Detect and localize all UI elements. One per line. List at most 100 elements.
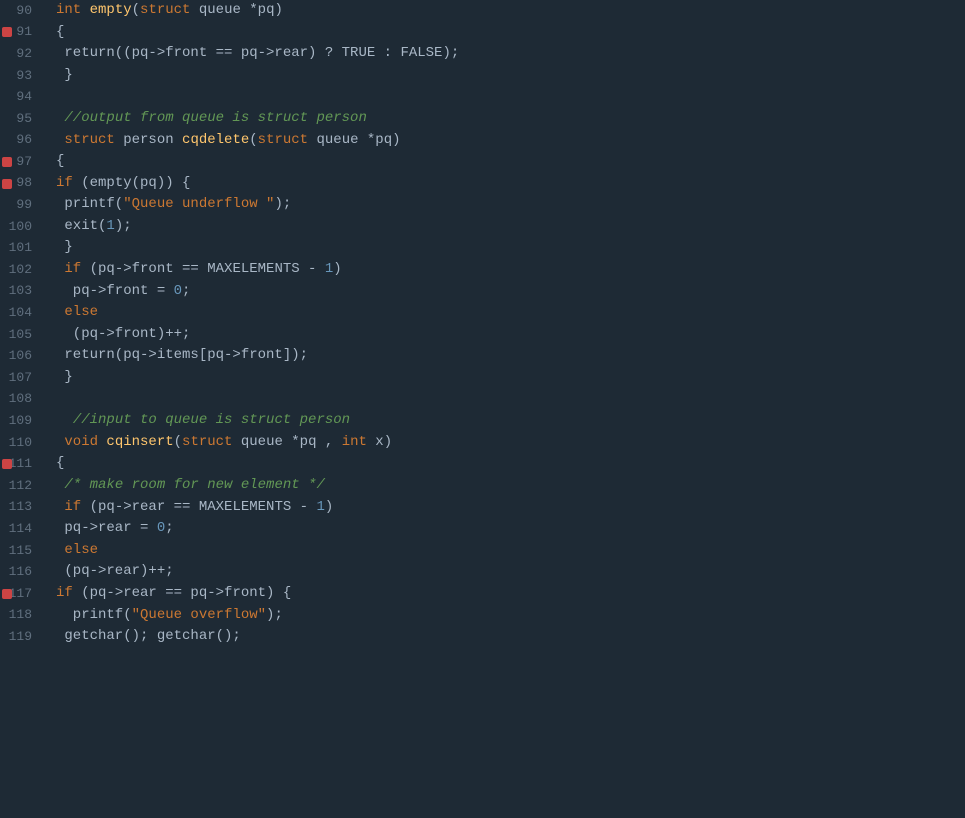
breakpoint-icon[interactable]	[2, 589, 12, 599]
token-plain: {	[56, 151, 64, 173]
token-num: 0	[157, 518, 165, 540]
token-plain: (	[132, 0, 140, 22]
token-cmt: //input to queue is struct person	[73, 410, 350, 432]
code-line: }	[56, 367, 965, 389]
code-line: if (pq->rear == pq->front) {	[56, 583, 965, 605]
code-line: //input to queue is struct person	[56, 410, 965, 432]
code-line	[56, 86, 965, 108]
token-plain: {	[56, 453, 64, 475]
token-plain: (	[249, 130, 257, 152]
token-plain: )	[325, 497, 333, 519]
line-number: 101	[0, 238, 40, 260]
line-number: 112	[0, 475, 40, 497]
line-number: 107	[0, 367, 40, 389]
token-plain: (	[174, 432, 182, 454]
token-plain	[56, 130, 64, 152]
token-plain: return((pq->front == pq->rear) ? TRUE : …	[56, 43, 459, 65]
token-plain: exit(	[56, 216, 106, 238]
line-number: 100	[0, 216, 40, 238]
line-number: 105	[0, 324, 40, 346]
code-line: {	[56, 22, 965, 44]
token-kw: if	[64, 259, 81, 281]
token-kw: if	[56, 583, 73, 605]
token-kw: struct	[140, 0, 190, 22]
token-str-orange: "Queue underflow "	[123, 194, 274, 216]
token-plain: pq->rear =	[56, 518, 157, 540]
code-line: struct person cqdelete(struct queue *pq)	[56, 130, 965, 152]
breakpoint-icon[interactable]	[2, 27, 12, 37]
token-plain	[98, 432, 106, 454]
token-plain	[56, 108, 64, 130]
token-kw: else	[64, 540, 98, 562]
code-line: int empty(struct queue *pq)	[56, 0, 965, 22]
token-plain: ;	[165, 518, 173, 540]
code-line: if (empty(pq)) {	[56, 173, 965, 195]
line-number: 110	[0, 432, 40, 454]
line-number: 103	[0, 281, 40, 303]
line-number: 102	[0, 259, 40, 281]
token-plain	[56, 259, 64, 281]
token-kw: if	[64, 497, 81, 519]
code-line: exit(1);	[56, 216, 965, 238]
token-plain	[81, 0, 89, 22]
code-line: /* make room for new element */	[56, 475, 965, 497]
token-plain: queue *pq)	[308, 130, 400, 152]
line-number: 117	[0, 583, 40, 605]
token-kw: int	[342, 432, 367, 454]
line-number: 93	[0, 65, 40, 87]
code-line: //output from queue is struct person	[56, 108, 965, 130]
token-str-orange: "Queue overflow"	[132, 605, 266, 627]
token-kw: struct	[182, 432, 232, 454]
code-editor: 9091929394959697989910010110210310410510…	[0, 0, 965, 818]
code-line: else	[56, 302, 965, 324]
token-plain: )	[333, 259, 341, 281]
line-number: 114	[0, 518, 40, 540]
line-number: 111	[0, 453, 40, 475]
line-number: 115	[0, 540, 40, 562]
token-plain: (pq->front)++;	[56, 324, 190, 346]
code-line: return(pq->items[pq->front]);	[56, 346, 965, 368]
token-kw: struct	[258, 130, 308, 152]
code-line: printf("Queue overflow");	[56, 605, 965, 627]
token-plain	[56, 540, 64, 562]
line-number: 104	[0, 302, 40, 324]
token-plain: }	[56, 367, 73, 389]
line-number: 113	[0, 497, 40, 519]
code-line: pq->front = 0;	[56, 281, 965, 303]
token-plain: pq->front =	[56, 281, 174, 303]
token-fn: cqinsert	[106, 432, 173, 454]
token-plain: printf(	[56, 194, 123, 216]
token-plain: x)	[367, 432, 392, 454]
line-number: 106	[0, 346, 40, 368]
token-num: 1	[325, 259, 333, 281]
token-plain: person	[115, 130, 182, 152]
token-plain	[56, 475, 64, 497]
token-cmt: //output from queue is struct person	[64, 108, 366, 130]
line-number: 108	[0, 389, 40, 411]
code-line: return((pq->front == pq->rear) ? TRUE : …	[56, 43, 965, 65]
code-line: void cqinsert(struct queue *pq , int x)	[56, 432, 965, 454]
token-plain: );	[115, 216, 132, 238]
line-number: 98	[0, 173, 40, 195]
line-number: 119	[0, 626, 40, 648]
token-plain: queue *pq ,	[232, 432, 341, 454]
breakpoint-icon[interactable]	[2, 459, 12, 469]
token-plain: (empty(pq)) {	[73, 173, 191, 195]
line-number: 118	[0, 605, 40, 627]
line-number: 90	[0, 0, 40, 22]
breakpoint-icon[interactable]	[2, 179, 12, 189]
line-number: 97	[0, 151, 40, 173]
token-plain	[56, 410, 73, 432]
token-plain	[56, 432, 64, 454]
code-line: }	[56, 238, 965, 260]
code-line: (pq->front)++;	[56, 324, 965, 346]
token-plain: );	[274, 194, 291, 216]
token-kw: struct	[64, 130, 114, 152]
code-content: int empty(struct queue *pq){ return((pq-…	[48, 0, 965, 818]
line-number: 116	[0, 561, 40, 583]
token-num: 1	[106, 216, 114, 238]
token-plain: queue *pq)	[190, 0, 282, 22]
breakpoint-icon[interactable]	[2, 157, 12, 167]
token-plain	[56, 302, 64, 324]
token-num: 0	[174, 281, 182, 303]
